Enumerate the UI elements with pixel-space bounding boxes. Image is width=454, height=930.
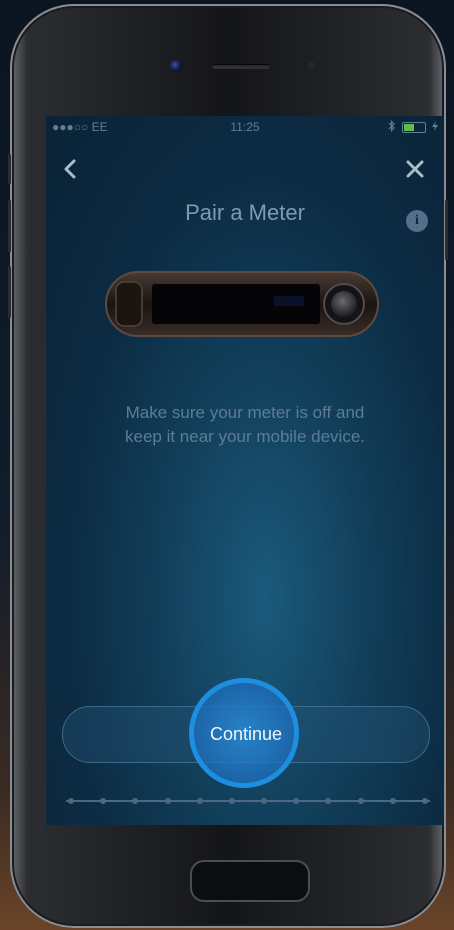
instructions-line-1: Make sure your meter is off and [125,403,365,422]
progress-dot [389,798,396,804]
progress-dot [357,798,364,804]
progress-dot [68,798,74,804]
page-title: Pair a Meter [185,200,305,225]
progress-dot [261,798,268,804]
progress-dot [132,798,139,804]
earpiece-speaker [212,64,270,69]
chevron-left-icon [64,159,76,179]
volume-down-button [8,266,11,318]
volume-up-button [8,200,11,252]
phone-frame: ●●●○○ EE 11:25 Pair a Meter i Make sure … [8,4,448,928]
info-icon[interactable]: i [406,210,428,232]
progress-dot [196,798,203,804]
tap-highlight-ring [189,678,299,788]
progress-dot [421,798,428,804]
progress-dot [100,798,107,804]
home-button[interactable] [190,860,310,902]
status-bar: ●●●○○ EE 11:25 [46,120,444,136]
bluetooth-icon [388,120,396,135]
status-right [388,120,438,135]
instructions-text: Make sure your meter is off and keep it … [70,401,420,449]
progress-dot [293,798,300,804]
progress-dot [164,798,171,804]
proximity-sensor [308,62,315,69]
close-button[interactable] [402,154,428,184]
power-button [445,200,448,260]
progress-dot [325,798,332,804]
close-icon [406,160,424,178]
progress-dots [66,796,430,804]
step-progress [66,796,430,806]
status-time: 11:25 [230,120,260,134]
back-button[interactable] [58,154,84,184]
mute-switch [8,154,11,184]
charging-icon [432,121,438,134]
app-screen: ●●●○○ EE 11:25 Pair a Meter i Make sure … [46,116,444,825]
instructions-line-2: keep it near your mobile device. [124,427,366,446]
front-camera [170,60,182,72]
battery-icon [402,122,426,133]
meter-image [105,271,379,337]
progress-dot [228,798,235,804]
